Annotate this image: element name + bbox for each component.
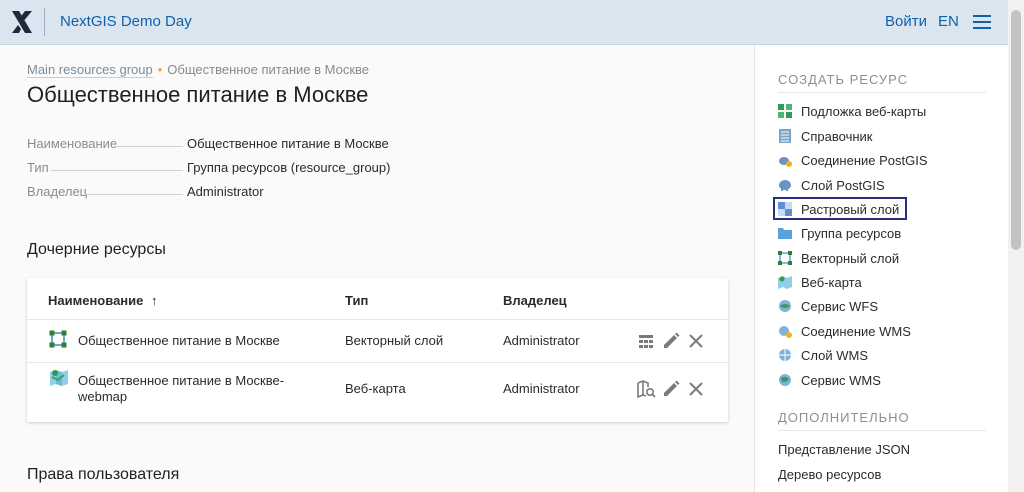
breadcrumb-separator-icon: • xyxy=(157,62,163,77)
sidebar-divider xyxy=(778,430,986,431)
sidebar-item-label: Растровый слой xyxy=(801,202,900,217)
header-divider xyxy=(44,8,45,36)
edit-pencil-icon[interactable] xyxy=(661,331,681,351)
language-switch[interactable]: EN xyxy=(938,13,959,30)
row-owner: Administrator xyxy=(503,333,580,348)
sidebar-item-label: Веб-карта xyxy=(801,275,862,290)
resource-tree-link[interactable]: Дерево ресурсов xyxy=(778,467,881,482)
vector-layer-icon xyxy=(778,251,792,265)
scrollbar-thumb[interactable] xyxy=(1011,10,1021,250)
main-content: Main resources group • Общественное питани… xyxy=(0,45,754,492)
sidebar: СОЗДАТЬ РЕСУРС Подложка веб-карты Справо… xyxy=(754,45,1008,492)
basemap-icon xyxy=(778,104,792,118)
column-header-type[interactable]: Тип xyxy=(345,293,368,308)
sidebar-item-label: Сервис WFS xyxy=(801,299,879,314)
sidebar-item-label: Векторный слой xyxy=(801,251,900,266)
webmap-icon xyxy=(50,370,68,386)
sidebar-divider xyxy=(778,92,986,93)
column-header-owner[interactable]: Владелец xyxy=(503,293,567,308)
sidebar-item-label: Слой PostGIS xyxy=(801,178,885,193)
folder-icon xyxy=(778,228,792,239)
wfs-service-icon xyxy=(779,300,791,312)
children-table: Наименование ↑ Тип Владелец Общественное… xyxy=(27,278,728,422)
property-value: Группа ресурсов (resource_group) xyxy=(187,160,391,175)
wms-connection-icon xyxy=(779,326,792,338)
property-row: Тип Группа ресурсов (resource_group) xyxy=(27,160,407,184)
property-key: Тип xyxy=(27,160,49,175)
wms-service-icon xyxy=(779,374,791,386)
lookup-table-icon xyxy=(779,129,791,143)
nextgis-logo-icon[interactable] xyxy=(10,9,34,35)
create-resource-heading: СОЗДАТЬ РЕСУРС xyxy=(778,72,909,87)
delete-close-icon[interactable] xyxy=(686,379,706,399)
children-section-title: Дочерние ресурсы xyxy=(27,241,166,258)
permissions-section-title: Права пользователя xyxy=(27,466,180,483)
property-dotted-leader xyxy=(85,194,183,195)
webmap-icon xyxy=(778,276,792,289)
feature-table-icon[interactable] xyxy=(636,331,656,351)
raster-layer-icon xyxy=(778,202,792,216)
row-name-link[interactable]: Общественное питание в Москве xyxy=(78,333,280,349)
property-value: Общественное питание в Москве xyxy=(187,136,389,151)
wms-layer-icon xyxy=(779,349,791,361)
property-key: Наименование xyxy=(27,136,118,151)
row-divider xyxy=(27,362,728,363)
property-dotted-leader xyxy=(117,146,183,147)
column-header-name-label: Наименование xyxy=(48,293,144,308)
sidebar-item-label: Соединение WMS xyxy=(801,324,911,339)
page-scrollbar[interactable] xyxy=(1008,0,1024,492)
delete-close-icon[interactable] xyxy=(686,331,706,351)
sidebar-item-label: Слой WMS xyxy=(801,348,868,363)
additional-heading: ДОПОЛНИТЕЛЬНО xyxy=(778,410,910,425)
sidebar-item-label: Группа ресурсов xyxy=(801,226,902,241)
page-title: Общественное питание в Москве xyxy=(27,82,369,107)
row-name-link[interactable]: Общественное питание в Москве- webmap xyxy=(78,373,284,405)
app-header: NextGIS Demo Day Войти EN xyxy=(0,0,1024,45)
row-divider xyxy=(27,319,728,320)
row-name-line: webmap xyxy=(78,389,128,404)
postgis-layer-icon xyxy=(779,180,791,191)
resource-properties: Наименование Общественное питание в Моск… xyxy=(27,136,407,208)
property-row: Наименование Общественное питание в Моск… xyxy=(27,136,407,160)
property-row: Владелец Administrator xyxy=(27,184,407,208)
breadcrumb: Main resources group • Общественное питани… xyxy=(27,62,370,78)
map-search-icon[interactable] xyxy=(636,379,656,399)
postgis-connection-icon xyxy=(779,157,792,167)
sidebar-item-label: Справочник xyxy=(801,129,873,144)
breadcrumb-parent-link[interactable]: Main resources group xyxy=(27,62,153,78)
login-link[interactable]: Войти xyxy=(885,13,927,30)
breadcrumb-current: Общественное питание в Москве xyxy=(167,62,370,77)
sort-ascending-icon: ↑ xyxy=(151,293,158,308)
app-title[interactable]: NextGIS Demo Day xyxy=(60,13,192,30)
property-value: Administrator xyxy=(187,184,264,199)
property-key: Владелец xyxy=(27,184,88,199)
sidebar-item-label: Соединение PostGIS xyxy=(801,153,928,168)
edit-pencil-icon[interactable] xyxy=(661,379,681,399)
row-owner: Administrator xyxy=(503,381,580,396)
sidebar-item-label: Сервис WMS xyxy=(801,373,881,388)
json-view-link[interactable]: Представление JSON xyxy=(778,442,910,457)
column-header-name[interactable]: Наименование ↑ xyxy=(48,293,158,308)
property-dotted-leader xyxy=(51,170,183,171)
vector-layer-icon xyxy=(49,330,67,348)
row-type: Веб-карта xyxy=(345,381,406,396)
hamburger-menu-icon[interactable] xyxy=(973,15,991,29)
row-type: Векторный слой xyxy=(345,333,444,348)
row-name-line: Общественное питание в Москве- xyxy=(78,373,285,388)
sidebar-item-label: Подложка веб-карты xyxy=(801,104,927,119)
